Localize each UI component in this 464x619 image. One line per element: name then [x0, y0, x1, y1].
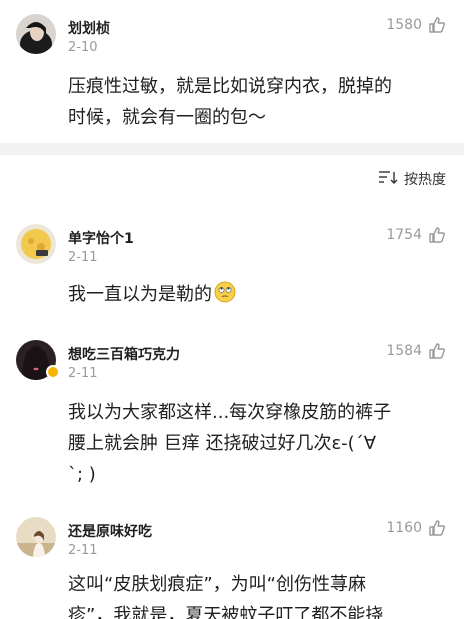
comment-date: 2-10: [68, 40, 98, 55]
comment-line: 我一直以为是勒的: [68, 279, 446, 313]
comment-line: 腰上就会肿 巨痒 还挠破过好几次ε-(´∀: [68, 433, 377, 454]
comment-line: `; ): [68, 464, 96, 485]
sort-bar: 按热度: [0, 155, 464, 203]
comment-line: 压痕性过敏，就是比如说穿内衣，脱掉的: [68, 76, 392, 97]
comment-author[interactable]: 想吃三百箱巧克力: [68, 344, 180, 364]
comment-item: 单字怡个1 2-11 1754 我一直以为是勒的: [0, 210, 464, 325]
comment-line: 我以为大家都这样...每次穿橡皮筋的裤子: [68, 402, 392, 423]
sort-label: 按热度: [404, 172, 446, 188]
like-count: 1160: [386, 520, 422, 536]
comment-text: 我以为大家都这样...每次穿橡皮筋的裤子 腰上就会肿 巨痒 还挠破过好几次ε-(…: [68, 397, 446, 490]
comment-text: 我一直以为是勒的: [68, 279, 446, 313]
comment-text: 这叫“皮肤划痕症”，为叫“创伤性荨麻 疹”，我就是，夏天被蚊子叮了都不能挠: [68, 569, 446, 619]
sort-icon: [378, 170, 398, 188]
section-divider: [0, 143, 464, 155]
avatar[interactable]: [16, 14, 56, 54]
like-button[interactable]: 1580: [386, 16, 446, 34]
like-count: 1584: [386, 343, 422, 359]
comment-line: 疹”，我就是，夏天被蚊子叮了都不能挠: [68, 605, 384, 619]
like-button[interactable]: 1160: [386, 519, 446, 537]
comment-date: 2-11: [68, 543, 98, 558]
comment-line: 时候，就会有一圈的包～: [68, 107, 266, 128]
like-button[interactable]: 1754: [386, 226, 446, 244]
comment-author[interactable]: 还是原味好吃: [68, 521, 152, 541]
comment-date: 2-11: [68, 250, 98, 265]
comment-author[interactable]: 划划桢: [68, 18, 110, 38]
comment-text: 压痕性过敏，就是比如说穿内衣，脱掉的 时候，就会有一圈的包～: [68, 71, 446, 133]
avatar[interactable]: [16, 517, 56, 557]
thumbs-up-icon: [428, 16, 446, 34]
comment-line-text: 我一直以为是勒的: [68, 284, 212, 305]
like-count: 1754: [386, 227, 422, 243]
verified-badge-icon: [46, 365, 60, 379]
comment-author[interactable]: 单字怡个1: [68, 228, 134, 248]
comment-feed: 划划桢 2-10 1580 压痕性过敏，就是比如说穿内衣，脱掉的 时候，就会有一…: [0, 0, 464, 619]
like-count: 1580: [386, 17, 422, 33]
comment-date: 2-11: [68, 366, 98, 381]
thumbs-up-icon: [428, 226, 446, 244]
like-button[interactable]: 1584: [386, 342, 446, 360]
avatar[interactable]: [16, 224, 56, 264]
comment-item: 想吃三百箱巧克力 2-11 1584 我以为大家都这样...每次穿橡皮筋的裤子 …: [0, 326, 464, 511]
rolling-eyes-emoji-icon: [214, 281, 236, 313]
comment-line: 这叫“皮肤划痕症”，为叫“创伤性荨麻: [68, 574, 366, 595]
thumbs-up-icon: [428, 342, 446, 360]
comment-item: 还是原味好吃 2-11 1160 这叫“皮肤划痕症”，为叫“创伤性荨麻 疹”，我…: [0, 503, 464, 619]
comment-item: 划划桢 2-10 1580 压痕性过敏，就是比如说穿内衣，脱掉的 时候，就会有一…: [0, 0, 464, 143]
thumbs-up-icon: [428, 519, 446, 537]
sort-by-hot-button[interactable]: 按热度: [378, 169, 446, 189]
